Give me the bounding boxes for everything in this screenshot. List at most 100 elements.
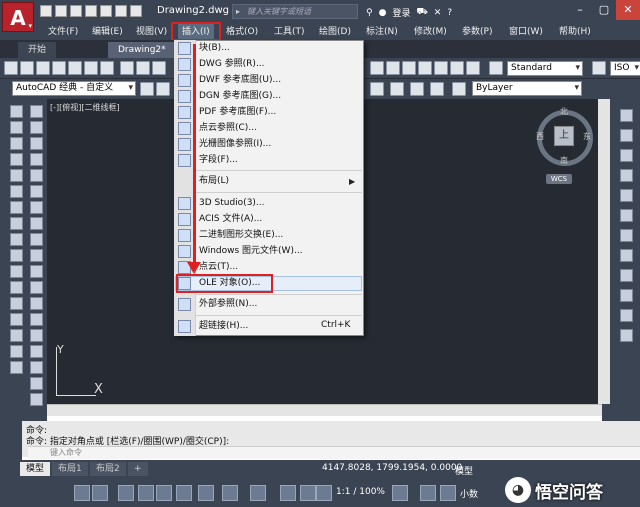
orbit-icon[interactable]: [620, 109, 633, 122]
menu-item-binary-exchange[interactable]: 二进制图形交换(E)...: [199, 228, 283, 243]
tab-start[interactable]: 开始: [18, 42, 57, 58]
compass-north[interactable]: 北: [560, 106, 568, 117]
annotation-scale[interactable]: 1:1 / 100%: [336, 487, 385, 497]
workspace-settings-icon[interactable]: [140, 82, 154, 96]
viewport-label[interactable]: [-][俯视][二维线框]: [50, 102, 120, 113]
compass-west[interactable]: 西: [536, 131, 544, 142]
dim-style-select[interactable]: ISO: [610, 61, 640, 76]
menu-item-windows-metafile[interactable]: Windows 图元文件(W)...: [199, 244, 303, 259]
layer-isolate-icon[interactable]: [430, 82, 444, 96]
workspace-select[interactable]: AutoCAD 经典 - 自定义: [12, 81, 136, 96]
login-label[interactable]: 登录: [392, 6, 410, 19]
hatch-icon[interactable]: [10, 329, 23, 342]
tab-model[interactable]: 模型: [20, 462, 51, 476]
infer-icon[interactable]: [118, 485, 134, 501]
horizontal-scrollbar[interactable]: [47, 404, 602, 416]
cut-icon[interactable]: [120, 61, 134, 75]
save-icon[interactable]: [70, 5, 82, 17]
tolerance-icon[interactable]: [620, 309, 633, 322]
angular-dim-icon[interactable]: [620, 249, 633, 262]
menu-parametric[interactable]: 参数(P): [458, 24, 496, 40]
ellipse-arc-icon[interactable]: [10, 265, 23, 278]
dimension-icon[interactable]: [620, 129, 633, 142]
color-swatch-icon[interactable]: [452, 82, 466, 96]
menu-view[interactable]: 视图(V): [132, 24, 171, 40]
isodraft-icon[interactable]: [198, 485, 214, 501]
break-icon[interactable]: [30, 281, 43, 294]
rotate-icon[interactable]: [30, 201, 43, 214]
lineweight-icon[interactable]: [280, 485, 296, 501]
viewcube-face[interactable]: 上: [554, 126, 574, 146]
model-space-toggle[interactable]: 模型: [455, 464, 473, 477]
open-icon[interactable]: [55, 5, 67, 17]
revcloud-icon[interactable]: [10, 217, 23, 230]
object-track-icon[interactable]: [222, 485, 238, 501]
units-select[interactable]: 小数: [460, 487, 478, 500]
stretch-icon[interactable]: [30, 233, 43, 246]
ellipse-icon[interactable]: [10, 249, 23, 262]
menu-help[interactable]: 帮助(H): [555, 24, 595, 40]
vertical-scrollbar[interactable]: [598, 99, 610, 404]
copy-icon[interactable]: [136, 61, 150, 75]
menu-format[interactable]: 格式(O): [222, 24, 262, 40]
osnap-icon[interactable]: [250, 485, 266, 501]
polygon-icon[interactable]: [10, 153, 23, 166]
publish-icon[interactable]: [84, 61, 98, 75]
undo-icon[interactable]: [115, 5, 127, 17]
match-properties-icon[interactable]: [370, 82, 384, 96]
menu-item-hyperlink[interactable]: 超链接(H)...: [199, 319, 248, 334]
menu-item-layout[interactable]: 布局(L): [199, 174, 229, 189]
continue-dim-icon[interactable]: [620, 289, 633, 302]
help-icon[interactable]: [466, 61, 480, 75]
properties-icon[interactable]: [370, 61, 384, 75]
menu-item-point-cloud-ref[interactable]: 点云参照(C)...: [199, 121, 257, 136]
menu-item-dwg-reference[interactable]: DWG 参照(R)...: [199, 57, 265, 72]
tab-layout1[interactable]: 布局1: [52, 462, 88, 476]
dynamic-input-icon[interactable]: [138, 485, 154, 501]
menu-file[interactable]: 文件(F): [44, 24, 82, 40]
app-menu-button[interactable]: A ▾: [2, 2, 34, 32]
menu-tools[interactable]: 工具(T): [270, 24, 309, 40]
make-block-icon[interactable]: [10, 297, 23, 310]
offset-icon[interactable]: [30, 153, 43, 166]
transparency-icon[interactable]: [300, 485, 316, 501]
new-icon[interactable]: [40, 5, 52, 17]
polar-icon[interactable]: [176, 485, 192, 501]
layer-manager-icon[interactable]: [156, 82, 170, 96]
copy-object-icon[interactable]: [30, 121, 43, 134]
radius-dim-icon[interactable]: [620, 209, 633, 222]
snap-icon[interactable]: [92, 485, 108, 501]
menu-item-raster-image[interactable]: 光栅图像参照(I)...: [199, 137, 271, 152]
arc-icon[interactable]: [10, 185, 23, 198]
search-input[interactable]: 键入关键字或短语: [232, 4, 358, 19]
help-icon[interactable]: ?: [447, 8, 452, 18]
menu-item-3d-studio[interactable]: 3D Studio(3)...: [199, 196, 265, 211]
move-icon[interactable]: [30, 185, 43, 198]
explode-icon[interactable]: [30, 361, 43, 374]
array-icon[interactable]: [30, 169, 43, 182]
extend-icon[interactable]: [30, 265, 43, 278]
construction-line-icon[interactable]: [10, 121, 23, 134]
menu-modify[interactable]: 修改(M): [410, 24, 451, 40]
workspace-gear-icon[interactable]: [392, 485, 408, 501]
open-icon[interactable]: [20, 61, 34, 75]
units-icon[interactable]: [440, 485, 456, 501]
menu-item-external-reference[interactable]: 外部参照(N)...: [199, 297, 257, 312]
exchange-icon[interactable]: ✕: [434, 8, 442, 18]
sheet-set-icon[interactable]: [418, 61, 432, 75]
tool-palette-icon[interactable]: [402, 61, 416, 75]
menu-window[interactable]: 窗口(W): [505, 24, 547, 40]
insert-block-icon[interactable]: [10, 281, 23, 294]
rectangle-icon[interactable]: [10, 169, 23, 182]
3d-print-icon[interactable]: [100, 61, 114, 75]
tab-drawing2[interactable]: Drawing2*: [108, 42, 176, 58]
compass-east[interactable]: 东: [583, 131, 591, 142]
trim-icon[interactable]: [30, 249, 43, 262]
polyline-icon[interactable]: [10, 137, 23, 150]
region-icon[interactable]: [10, 361, 23, 374]
fillet-icon[interactable]: [30, 329, 43, 342]
print-icon[interactable]: [52, 61, 66, 75]
spline-icon[interactable]: [10, 233, 23, 246]
text-style-select[interactable]: Standard: [507, 61, 583, 76]
layer-previous-icon[interactable]: [410, 82, 424, 96]
